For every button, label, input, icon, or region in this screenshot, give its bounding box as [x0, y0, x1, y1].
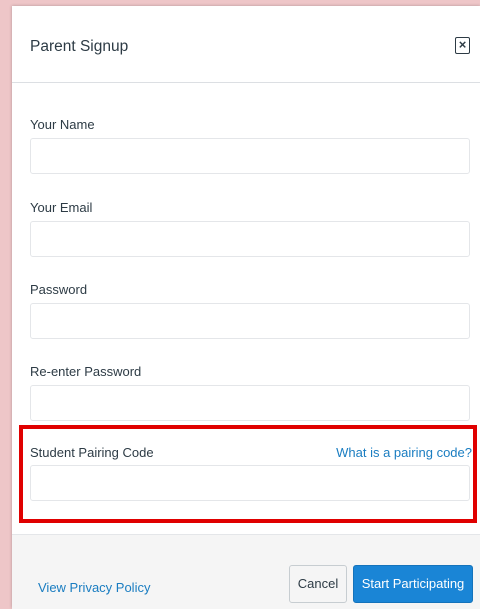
pairing-code-help-link[interactable]: What is a pairing code? — [336, 445, 472, 460]
your-email-input[interactable] — [30, 221, 470, 257]
your-name-input[interactable] — [30, 138, 470, 174]
dialog-header: Parent Signup × — [12, 6, 480, 83]
student-pairing-code-input[interactable] — [30, 465, 470, 501]
close-icon[interactable]: × — [455, 37, 470, 54]
start-participating-button[interactable]: Start Participating — [353, 565, 473, 603]
password-label: Password — [30, 282, 88, 297]
password-input[interactable] — [30, 303, 470, 339]
privacy-policy-link[interactable]: View Privacy Policy — [38, 580, 150, 595]
student-pairing-code-label: Student Pairing Code — [30, 445, 154, 460]
parent-signup-dialog: Parent Signup × Your Name Your Email Pas… — [12, 6, 480, 609]
your-name-label: Your Name — [30, 117, 95, 132]
your-email-label: Your Email — [30, 200, 93, 215]
dialog-title: Parent Signup — [30, 38, 129, 55]
dialog-footer: View Privacy Policy Cancel Start Partici… — [12, 534, 480, 609]
cancel-button[interactable]: Cancel — [289, 565, 347, 603]
reenter-password-label: Re-enter Password — [30, 364, 142, 379]
reenter-password-input[interactable] — [30, 385, 470, 421]
